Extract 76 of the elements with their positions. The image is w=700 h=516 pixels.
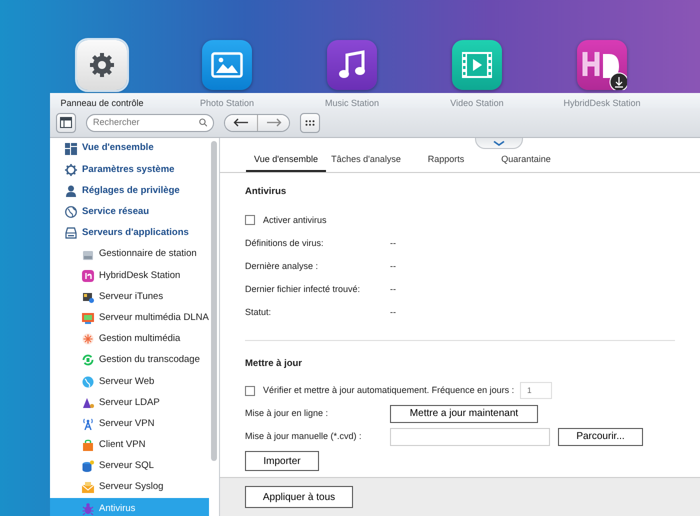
flower-icon [82,333,94,346]
sidebar-item[interactable]: Client VPN [50,434,209,456]
section-title: Antivirus [245,184,288,198]
apply-all-button[interactable]: Appliquer à tous [245,486,353,508]
sidebar-item[interactable]: Serveur SQL [50,456,209,477]
sidebar-item[interactable]: Serveur LDAP [50,392,209,414]
gear-icon [65,164,77,176]
person-icon [65,184,77,197]
gear-app-icon[interactable] [77,40,127,90]
file-field[interactable] [390,428,550,446]
sidebar-item[interactable]: Serveurs d'applications [50,222,209,244]
sidebar-item[interactable]: Serveur Syslog [50,477,209,498]
tab[interactable]: Rapports [406,153,486,172]
app-label[interactable]: Panneau de contrôle [60,97,144,110]
sidebar-item[interactable]: Vue d'ensemble [50,138,209,160]
sidebar-item[interactable]: Paramètres système [50,159,209,180]
checkbox[interactable]: Activer antivirus [245,214,327,227]
field-value: -- [390,260,396,272]
drive-icon [65,227,77,240]
tab[interactable]: Tâches d'analyse [326,153,406,172]
sidebar-item[interactable]: Serveur VPN [50,413,209,435]
update-now-button[interactable]: Mettre a jour maintenant [390,404,538,422]
tab[interactable]: Quarantaine [486,153,566,172]
panel-layout-icon [60,117,72,128]
sidebar-item[interactable]: Serveur Web [50,371,209,392]
bug-icon [82,502,94,515]
field-value: -- [390,282,396,296]
field-label: Définitions de virus: [245,236,325,250]
media-screen-icon [82,312,94,324]
search-field[interactable]: Rechercher [93,116,199,130]
sidebar-item[interactable]: Serveur iTunes [50,286,209,308]
field-label: Dernière analyse : [245,260,320,273]
music-server-icon [82,290,94,303]
sidebar-item[interactable]: Gestionnaire de station [50,244,209,266]
hd-logo-app-icon[interactable] [577,40,627,90]
globe-icon [82,376,94,388]
database-icon [82,460,94,472]
envelope-icon [82,482,94,494]
music-note-app-icon[interactable] [327,40,377,90]
field-label: Dernier fichier infecté trouvé: [245,282,362,296]
sidebar-item[interactable]: HybridDesk Station [50,265,209,286]
bag-icon [82,439,94,452]
import-button[interactable]: Importer [245,451,319,471]
search-field[interactable]: Rechercher [86,114,214,132]
checkbox[interactable]: Vérifier et mettre à jour automatiquement. Fréquence en jours : [245,384,514,398]
field-label: Mise à jour en ligne : [245,406,330,420]
browse-button[interactable]: Parcourir... [558,428,643,446]
antenna-icon [82,418,94,430]
collapse-handle[interactable] [475,138,523,149]
sidebar-item[interactable]: Réglages de privilège [50,180,209,202]
search-icon [198,118,207,127]
sidebar-item[interactable]: Serveur multimédia DLNA [50,308,209,329]
back-arrow-icon [233,118,249,127]
tab[interactable]: Vue d'ensemble [246,153,326,172]
sidebar-item[interactable]: Gestion du transcodage [50,350,209,372]
cycle-icon [82,354,94,366]
drive-icon [82,248,94,261]
film-play-app-icon[interactable] [452,40,502,90]
forward-arrow-icon [266,118,282,127]
picture-app-icon[interactable] [202,40,252,90]
field-value: -- [390,306,396,318]
sidebar-item[interactable]: Gestion multimédia [50,328,209,350]
dots-grid-icon [305,120,315,126]
section-title: Mettre à jour [245,356,304,371]
field-value: -- [390,236,396,250]
back-button[interactable] [225,114,257,130]
field-label: Statut: [245,306,272,318]
apps-grid-button[interactable] [300,112,320,132]
hd-app-icon [82,270,94,282]
wizard-icon [82,396,94,409]
sidebar-toggle-button[interactable] [56,112,76,132]
grid-icon [65,142,77,155]
scrollbar-thumb[interactable] [211,141,217,461]
field-label: Mise à jour manuelle (*.cvd) : [245,430,363,443]
globe-icon [65,206,77,218]
sidebar-item[interactable]: Service réseau [50,202,209,223]
